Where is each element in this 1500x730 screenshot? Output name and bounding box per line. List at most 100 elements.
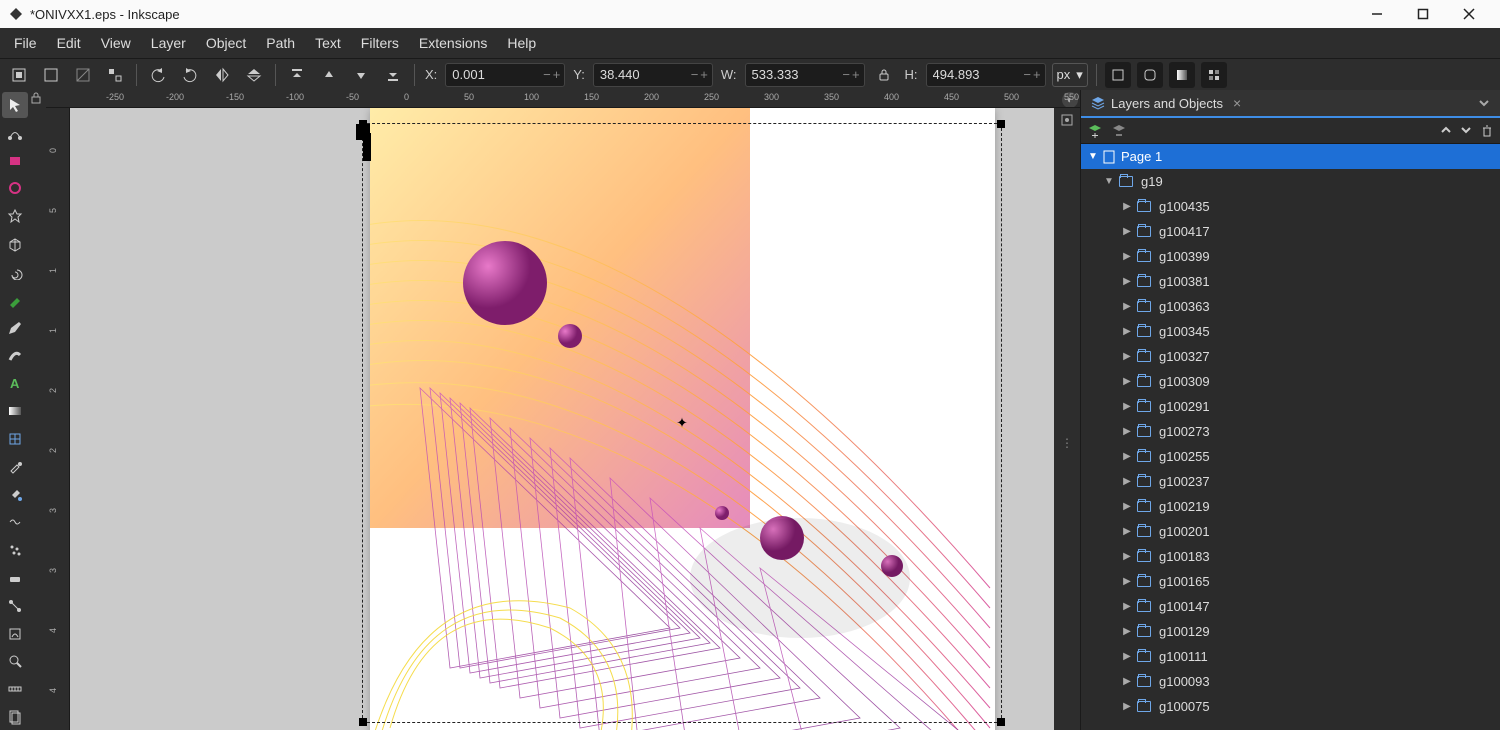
chevron-right-icon[interactable]: ▶ — [1121, 476, 1133, 487]
spray-tool-icon[interactable] — [2, 537, 28, 563]
menu-layer[interactable]: Layer — [141, 31, 196, 55]
box3d-tool-icon[interactable] — [2, 231, 28, 257]
chevron-right-icon[interactable]: ▶ — [1121, 576, 1133, 587]
text-tool-icon[interactable]: A — [2, 370, 28, 396]
tree-row[interactable]: ▶g100201 — [1081, 519, 1500, 544]
w-input[interactable] — [746, 67, 806, 82]
chevron-right-icon[interactable]: ▶ — [1121, 626, 1133, 637]
add-layer-icon[interactable] — [1087, 123, 1103, 139]
lower-icon[interactable] — [348, 62, 374, 88]
menu-extensions[interactable]: Extensions — [409, 31, 497, 55]
chevron-right-icon[interactable]: ▶ — [1121, 401, 1133, 412]
connector-tool-icon[interactable] — [2, 593, 28, 619]
transform-corners-icon[interactable] — [1137, 62, 1163, 88]
tree-row[interactable]: ▶g100417 — [1081, 219, 1500, 244]
h-field[interactable]: −+ — [926, 63, 1046, 87]
lock-aspect-icon[interactable] — [871, 62, 897, 88]
resize-handle-sw[interactable] — [359, 718, 367, 726]
lock-icon[interactable] — [30, 92, 46, 104]
tree-row[interactable]: ▶g100255 — [1081, 444, 1500, 469]
flip-horizontal-icon[interactable] — [209, 62, 235, 88]
unit-selector[interactable]: px ▾ — [1052, 63, 1088, 87]
menu-file[interactable]: File — [4, 31, 47, 55]
raise-top-icon[interactable] — [284, 62, 310, 88]
maximize-button[interactable] — [1400, 0, 1446, 28]
resize-handle-ne[interactable] — [997, 120, 1005, 128]
chevron-right-icon[interactable]: ▶ — [1121, 276, 1133, 287]
plus-icon[interactable]: + — [852, 67, 860, 82]
tree-row[interactable]: ▶g100075 — [1081, 694, 1500, 719]
canvas[interactable]: ✦ — [70, 108, 1054, 730]
y-input[interactable] — [594, 67, 654, 82]
rotate-cw-icon[interactable] — [177, 62, 203, 88]
x-input[interactable] — [446, 67, 506, 82]
chevron-right-icon[interactable]: ▶ — [1121, 226, 1133, 237]
rotate-ccw-icon[interactable] — [145, 62, 171, 88]
x-field[interactable]: −+ — [445, 63, 565, 87]
tree-row[interactable]: ▶g100129 — [1081, 619, 1500, 644]
tree-row[interactable]: ▶g100273 — [1081, 419, 1500, 444]
resize-handle-w[interactable] — [363, 133, 371, 147]
snap-toggle-icon[interactable] — [1059, 112, 1075, 128]
tree-row[interactable]: ▶g100345 — [1081, 319, 1500, 344]
panel-tab[interactable]: Layers and Objects × — [1081, 90, 1500, 118]
menu-edit[interactable]: Edit — [47, 31, 91, 55]
chevron-right-icon[interactable]: ▶ — [1121, 676, 1133, 687]
transform-gradient-icon[interactable] — [1169, 62, 1195, 88]
chevron-right-icon[interactable]: ▶ — [1121, 426, 1133, 437]
resize-handle-se[interactable] — [997, 718, 1005, 726]
measure-tool-icon[interactable] — [2, 676, 28, 702]
chevron-right-icon[interactable]: ▶ — [1121, 651, 1133, 662]
panel-menu-icon[interactable] — [1478, 97, 1490, 109]
raise-icon[interactable] — [316, 62, 342, 88]
tree-row[interactable]: ▶g100147 — [1081, 594, 1500, 619]
resize-handle-e[interactable] — [363, 147, 371, 161]
chevron-right-icon[interactable]: ▶ — [1121, 601, 1133, 612]
ellipse-tool-icon[interactable] — [2, 175, 28, 201]
selection-box[interactable]: ✦ — [362, 123, 1002, 723]
resize-handle-n[interactable] — [356, 124, 370, 132]
pencil-tool-icon[interactable] — [2, 315, 28, 341]
minus-icon[interactable]: − — [1023, 67, 1031, 82]
tree-row[interactable]: ▶g100219 — [1081, 494, 1500, 519]
lower-bottom-icon[interactable] — [380, 62, 406, 88]
zoom-tool-icon[interactable] — [2, 649, 28, 675]
w-field[interactable]: −+ — [745, 63, 865, 87]
select-all-layers-icon[interactable] — [6, 62, 32, 88]
close-panel-icon[interactable]: × — [1233, 95, 1241, 111]
node-tool-icon[interactable] — [2, 120, 28, 146]
tree-row[interactable]: ▶g100327 — [1081, 344, 1500, 369]
tree-row[interactable]: ▶g100399 — [1081, 244, 1500, 269]
pages-tool-icon[interactable] — [2, 704, 28, 730]
menu-help[interactable]: Help — [497, 31, 546, 55]
plus-icon[interactable]: + — [1033, 67, 1041, 82]
tree-row[interactable]: ▶g100435 — [1081, 194, 1500, 219]
paint-bucket-tool-icon[interactable] — [2, 482, 28, 508]
dropper-tool-icon[interactable] — [2, 454, 28, 480]
minus-icon[interactable]: − — [842, 67, 850, 82]
remove-layer-icon[interactable] — [1111, 123, 1127, 139]
tree-row[interactable]: ▶g100237 — [1081, 469, 1500, 494]
eraser-tool-icon[interactable] — [2, 565, 28, 591]
tree-row[interactable]: ▶g100291 — [1081, 394, 1500, 419]
tree-row[interactable]: ▶g100381 — [1081, 269, 1500, 294]
tree-row[interactable]: ▶g100183 — [1081, 544, 1500, 569]
chevron-right-icon[interactable]: ▶ — [1121, 301, 1133, 312]
vertical-ruler[interactable]: 05112233445 — [46, 108, 70, 730]
tree-row[interactable]: ▶g100093 — [1081, 669, 1500, 694]
chevron-right-icon[interactable]: ▶ — [1121, 451, 1133, 462]
toggle-select-icon[interactable] — [102, 62, 128, 88]
lpe-tool-icon[interactable] — [2, 621, 28, 647]
plus-icon[interactable]: + — [553, 67, 561, 82]
chevron-right-icon[interactable]: ▶ — [1121, 351, 1133, 362]
plus-icon[interactable]: + — [700, 67, 708, 82]
tree-row[interactable]: ▶g100111 — [1081, 644, 1500, 669]
collapse-icon[interactable] — [1440, 124, 1452, 138]
select-mode-icon[interactable] — [38, 62, 64, 88]
chevron-right-icon[interactable]: ▶ — [1121, 526, 1133, 537]
flip-vertical-icon[interactable] — [241, 62, 267, 88]
deselect-icon[interactable] — [70, 62, 96, 88]
menu-text[interactable]: Text — [305, 31, 351, 55]
object-tree[interactable]: ▼ Page 1 ▼ g19 ▶g100435▶g100417▶g100399▶… — [1081, 144, 1500, 730]
transform-stroke-icon[interactable] — [1105, 62, 1131, 88]
